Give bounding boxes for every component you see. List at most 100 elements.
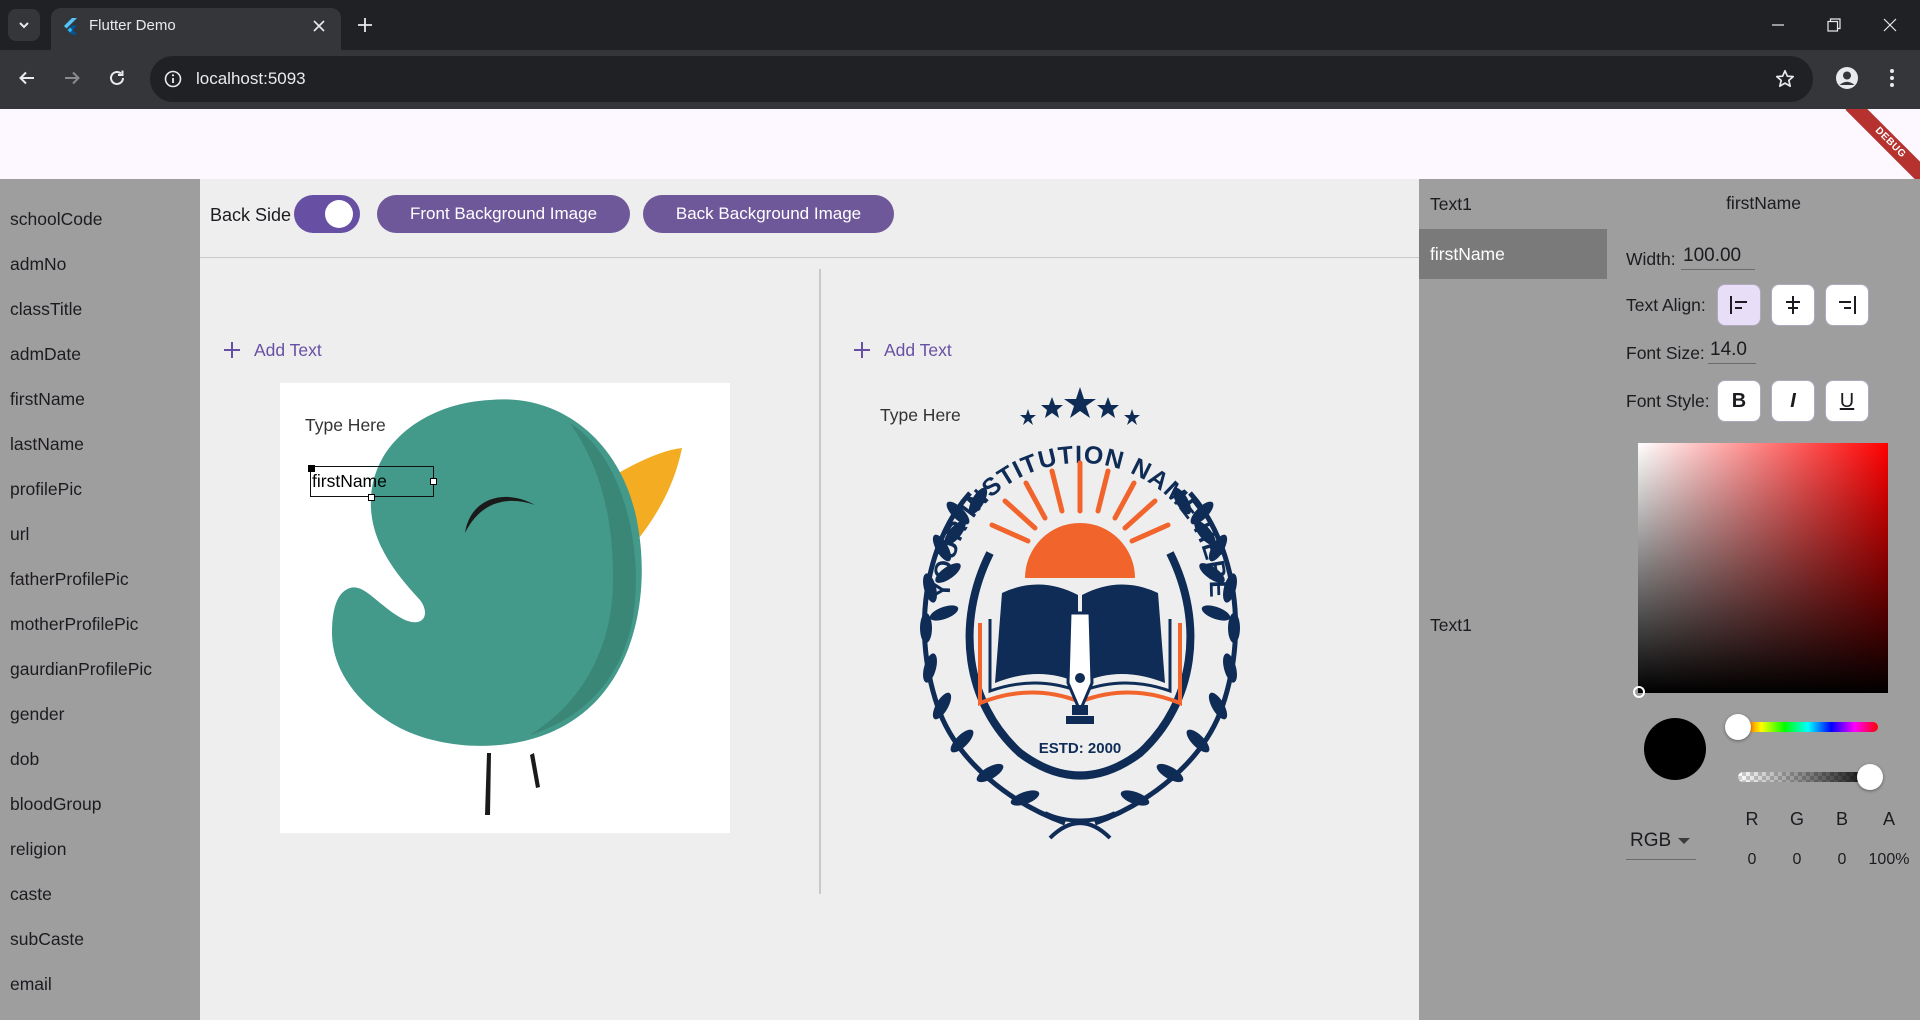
field-item-url[interactable]: url	[10, 522, 29, 546]
field-item-subcaste[interactable]: subCaste	[10, 927, 84, 951]
front-add-text-button[interactable]: Add Text	[220, 338, 340, 362]
close-tab-icon[interactable]	[307, 14, 331, 38]
italic-button[interactable]: I	[1771, 380, 1815, 422]
field-item-gender[interactable]: gender	[10, 702, 65, 726]
minimize-icon	[1772, 24, 1784, 26]
back-card[interactable]: YOUR INSTITUTION NAME HERE	[830, 383, 1330, 853]
profile-button[interactable]	[1831, 62, 1863, 94]
channel-header-g: G	[1789, 809, 1804, 829]
field-item-caste[interactable]: caste	[10, 882, 52, 906]
channel-header-a: A	[1882, 809, 1895, 829]
underline-button[interactable]: U	[1825, 380, 1869, 422]
bookmark-star-icon[interactable]	[1773, 67, 1797, 91]
color-mode-dropdown[interactable]: RGB	[1626, 824, 1696, 860]
color-mode-value: RGB	[1630, 830, 1672, 851]
field-item-fatherprofilepic[interactable]: fatherProfilePic	[10, 567, 129, 591]
field-item-gaurdianprofilepic[interactable]: gaurdianProfilePic	[10, 657, 152, 681]
back-button[interactable]	[11, 62, 43, 94]
layer-item-firstname[interactable]: firstName	[1419, 229, 1607, 279]
layer-item-text1-back[interactable]: Text1	[1419, 600, 1607, 650]
new-tab-button[interactable]	[352, 12, 378, 38]
front-background-image-button[interactable]: Front Background Image	[377, 195, 630, 233]
field-item-admdate[interactable]: admDate	[10, 342, 81, 366]
width-input[interactable]: 100.00	[1681, 243, 1755, 270]
minimize-button[interactable]	[1750, 0, 1806, 50]
design-canvas: Back Side Front Background Image Back Ba…	[200, 179, 1419, 1020]
align-right-button[interactable]	[1825, 284, 1869, 326]
field-list: schoolCode admNo classTitle admDate firs…	[0, 179, 200, 1020]
app-bar: DEBUG	[0, 109, 1920, 179]
add-text-label: Add Text	[254, 340, 322, 360]
font-style-label: Font Style:	[1626, 391, 1710, 411]
arrow-left-icon	[19, 71, 34, 85]
resize-handle-right[interactable]	[430, 478, 437, 485]
bold-button[interactable]: B	[1717, 380, 1761, 422]
field-item-firstname[interactable]: firstName	[10, 387, 85, 411]
field-item-religion[interactable]: religion	[10, 837, 66, 861]
close-icon	[1883, 18, 1897, 32]
site-info-icon[interactable]	[162, 68, 184, 90]
align-center-button[interactable]	[1771, 284, 1815, 326]
type-here-text[interactable]: Type Here	[305, 413, 386, 437]
field-item-lastname[interactable]: lastName	[10, 432, 84, 456]
institution-logo-image: YOUR INSTITUTION NAME HERE	[920, 387, 1240, 840]
resize-handle-bottom[interactable]	[368, 494, 375, 501]
properties-title: firstName	[1726, 193, 1801, 213]
plus-icon	[358, 18, 372, 32]
resize-handle-top-left[interactable]	[308, 465, 315, 472]
browser-tab[interactable]: Flutter Demo	[51, 8, 341, 50]
channel-value-b[interactable]: 0	[1817, 851, 1867, 869]
browser-tab-strip: Flutter Demo	[0, 0, 1920, 50]
channel-header-r: R	[1745, 809, 1759, 829]
back-background-image-button[interactable]: Back Background Image	[643, 195, 894, 233]
back-side-label: Back Side	[210, 205, 292, 225]
back-add-text-button[interactable]: Add Text	[850, 338, 970, 362]
back-side-toggle[interactable]	[294, 195, 360, 233]
field-item-admno[interactable]: admNo	[10, 252, 66, 276]
browser-menu-button[interactable]	[1876, 62, 1908, 94]
font-size-input[interactable]: 14.0	[1708, 337, 1756, 364]
more-vert-icon	[1890, 69, 1894, 87]
channel-header-b: B	[1835, 809, 1848, 829]
channel-value-a[interactable]: 100%	[1864, 851, 1914, 869]
close-window-button[interactable]	[1862, 0, 1918, 50]
restore-button[interactable]	[1806, 0, 1862, 50]
arrow-right-icon	[65, 71, 80, 85]
add-text-label: Add Text	[884, 340, 952, 360]
field-item-classtitle[interactable]: classTitle	[10, 297, 82, 321]
tab-title: Flutter Demo	[89, 17, 176, 34]
tab-search-button[interactable]	[8, 9, 40, 41]
forward-button[interactable]	[56, 62, 88, 94]
text-align-label: Text Align:	[1626, 295, 1706, 315]
reload-button[interactable]	[101, 62, 133, 94]
hue-slider[interactable]	[1738, 722, 1878, 732]
current-color-swatch	[1644, 718, 1706, 780]
front-card[interactable]: Type Here firstName	[280, 383, 730, 833]
hue-slider-thumb[interactable]	[1725, 714, 1751, 740]
width-label: Width:	[1626, 249, 1676, 269]
channel-value-g[interactable]: 0	[1772, 851, 1822, 869]
field-item-schoolcode[interactable]: schoolCode	[10, 207, 102, 231]
field-item-motherprofilepic[interactable]: motherProfilePic	[10, 612, 138, 636]
alpha-slider-thumb[interactable]	[1857, 764, 1883, 790]
side-divider	[819, 269, 821, 894]
toggle-knob	[325, 200, 353, 228]
align-center-icon	[1786, 296, 1800, 314]
type-here-text[interactable]: Type Here	[880, 403, 961, 427]
align-left-button[interactable]	[1717, 284, 1761, 326]
url-text: localhost:5093	[196, 69, 306, 88]
channel-value-r[interactable]: 0	[1727, 851, 1777, 869]
field-item-email[interactable]: email	[10, 972, 52, 996]
bird-background-image	[332, 399, 682, 815]
field-item-dob[interactable]: dob	[10, 747, 39, 771]
color-picker-cursor[interactable]	[1633, 686, 1645, 698]
canvas-controls: Back Side Front Background Image Back Ba…	[200, 179, 1419, 258]
layer-item-text1-front[interactable]: Text1	[1419, 179, 1607, 229]
color-saturation-value-area[interactable]	[1633, 443, 1888, 698]
address-bar[interactable]: localhost:5093	[150, 56, 1813, 102]
selected-text-element[interactable]: firstName	[310, 466, 434, 497]
field-item-bloodgroup[interactable]: bloodGroup	[10, 792, 101, 816]
align-left-icon	[1730, 296, 1747, 314]
field-item-profilepic[interactable]: profilePic	[10, 477, 82, 501]
reload-icon	[110, 70, 124, 85]
